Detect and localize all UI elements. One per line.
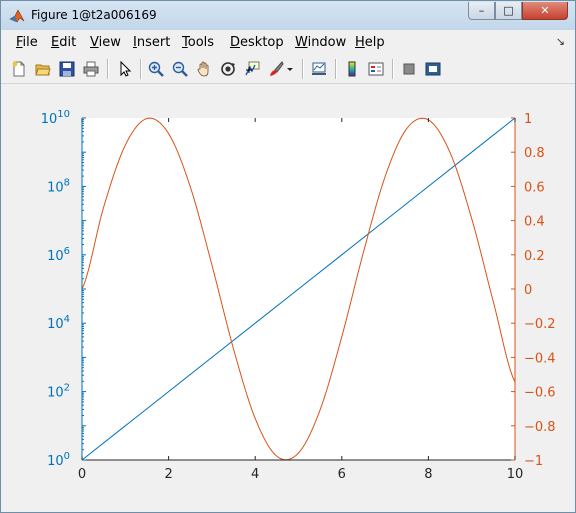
right-tick-label: −0.8 — [524, 420, 556, 435]
right-tick-label: 0.6 — [524, 180, 545, 195]
menu-help[interactable]: Help — [355, 35, 385, 50]
left-tick-label: 108 — [47, 177, 70, 195]
right-tick-label: −0.6 — [524, 386, 556, 401]
maximize-button[interactable]: □ — [495, 2, 522, 20]
minimize-button[interactable]: – — [468, 2, 495, 20]
plot-svg[interactable]: 0 2 4 6 8 101001021041061081010−1−0.8−0.6−0.4… — [9, 84, 567, 501]
pan-hand-icon[interactable] — [195, 60, 213, 78]
left-tick-label: 102 — [47, 383, 70, 401]
menu-file[interactable]: File — [16, 35, 38, 50]
menu-bar: File Edit View Insert Tools Desktop Wind… — [1, 31, 575, 53]
toolbar-separator — [107, 59, 109, 79]
hide-plot-tools-icon[interactable] — [400, 60, 418, 78]
left-tick-exponent: 0 — [64, 451, 70, 462]
left-tick-exponent: 6 — [64, 246, 70, 257]
toolbar-separator — [302, 59, 304, 79]
menu-tools[interactable]: Tools — [182, 35, 214, 50]
title-bar[interactable]: Figure 1@t2a006169 – □ ✕ — [1, 1, 575, 30]
brush-icon[interactable] — [267, 60, 285, 78]
left-tick-label: 106 — [47, 246, 70, 264]
figure-toolbar — [1, 55, 575, 84]
right-tick-label: −0.2 — [524, 317, 556, 332]
left-tick-exponent: 10 — [57, 109, 70, 120]
right-tick-label: 1 — [524, 112, 532, 127]
menu-view[interactable]: View — [90, 35, 121, 50]
x-tick-label: 0 — [78, 467, 86, 482]
menu-insert[interactable]: Insert — [133, 35, 170, 50]
new-figure-icon[interactable] — [10, 60, 28, 78]
dock-arrow-icon[interactable]: ↘ — [556, 35, 565, 48]
left-tick-base: 10 — [47, 386, 64, 401]
insert-colorbar-icon[interactable] — [343, 60, 361, 78]
open-file-icon[interactable] — [34, 60, 52, 78]
rotate-3d-icon[interactable] — [219, 60, 237, 78]
insert-legend-icon[interactable] — [367, 60, 385, 78]
left-tick-base: 10 — [41, 112, 58, 127]
left-tick-exponent: 4 — [64, 314, 70, 325]
right-tick-label: 0.2 — [524, 249, 545, 264]
x-tick-label: 2 — [164, 467, 172, 482]
figure-canvas[interactable]: 0 2 4 6 8 10 100 102 104 106 108 1010 −1 −0.8 −0.6 −0.4… — [9, 84, 567, 501]
close-icon: ✕ — [540, 4, 550, 17]
left-tick-base: 10 — [47, 317, 64, 332]
minimize-icon: – — [478, 4, 485, 17]
show-plot-tools-icon[interactable] — [424, 60, 442, 78]
menu-window[interactable]: Window — [295, 35, 346, 50]
right-tick-label: 0.4 — [524, 215, 545, 230]
right-tick-label: −1 — [524, 454, 543, 469]
left-tick-label: 1010 — [41, 109, 70, 127]
link-plot-icon[interactable] — [310, 60, 328, 78]
x-tick-label: 10 — [507, 467, 524, 482]
right-tick-label: 0.8 — [524, 146, 545, 161]
save-icon[interactable] — [58, 60, 76, 78]
close-button[interactable]: ✕ — [522, 2, 568, 20]
toolbar-separator — [140, 59, 142, 79]
left-tick-base: 10 — [47, 249, 64, 264]
menu-edit[interactable]: Edit — [51, 35, 76, 50]
left-tick-exponent: 8 — [64, 177, 70, 188]
maximize-icon: □ — [503, 4, 514, 17]
zoom-in-icon[interactable] — [147, 60, 165, 78]
menu-desktop[interactable]: Desktop — [230, 35, 284, 50]
toolbar-separator — [335, 59, 337, 79]
left-tick-exponent: 2 — [64, 383, 70, 394]
right-tick-label: 0 — [524, 283, 532, 298]
data-cursor-icon[interactable] — [243, 60, 261, 78]
x-tick-label: 8 — [424, 467, 432, 482]
left-tick-label: 104 — [47, 314, 70, 332]
x-tick-label: 4 — [251, 467, 259, 482]
zoom-out-icon[interactable] — [171, 60, 189, 78]
window-title: Figure 1@t2a006169 — [31, 8, 157, 22]
print-icon[interactable] — [82, 60, 100, 78]
edit-plot-arrow-icon[interactable] — [116, 60, 134, 78]
matlab-logo-icon — [9, 8, 25, 24]
figure-window: Figure 1@t2a006169 – □ ✕ File Edit View … — [0, 0, 576, 513]
left-tick-base: 10 — [47, 454, 64, 469]
right-tick-label: −0.4 — [524, 351, 556, 366]
left-tick-base: 10 — [47, 180, 64, 195]
left-tick-label: 100 — [47, 451, 70, 469]
x-tick-label: 6 — [338, 467, 346, 482]
brush-dropdown-icon[interactable] — [285, 60, 295, 78]
toolbar-separator — [392, 59, 394, 79]
